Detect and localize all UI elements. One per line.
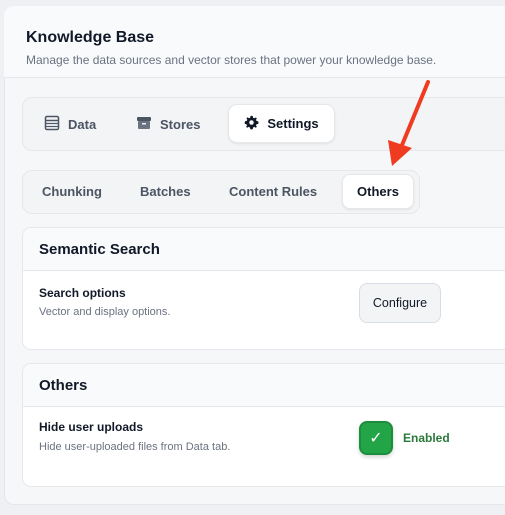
search-options-description: Vector and display options. <box>39 306 171 318</box>
subtab-chunking[interactable]: Chunking <box>42 181 102 201</box>
tab-stores-label: Stores <box>160 116 201 132</box>
annotation-arrow-icon <box>388 80 430 166</box>
semantic-search-title: Semantic Search <box>23 228 505 271</box>
tab-data[interactable]: Data <box>44 114 96 134</box>
hide-uploads-label: Hide user uploads <box>39 420 144 434</box>
checkmark-icon: ✓ <box>369 430 383 447</box>
subtab-batches[interactable]: Batches <box>140 181 191 201</box>
page-subtitle: Manage the data sources and vector store… <box>26 53 437 67</box>
box-icon <box>136 115 152 134</box>
toggle-status-text: Enabled <box>403 431 450 445</box>
search-options-label: Search options <box>39 286 126 300</box>
page-header: Knowledge Base Manage the data sources a… <box>4 6 505 78</box>
tab-stores[interactable]: Stores <box>136 114 200 134</box>
table-icon <box>44 115 60 134</box>
tab-settings[interactable]: Settings <box>228 104 335 143</box>
page-title: Knowledge Base <box>26 29 155 46</box>
others-title: Others <box>23 364 505 407</box>
subtab-content-rules[interactable]: Content Rules <box>229 181 317 201</box>
hide-uploads-toggle[interactable]: ✓ <box>359 421 393 455</box>
subtab-others[interactable]: Others <box>342 174 414 209</box>
tab-data-label: Data <box>68 116 97 132</box>
tab-settings-label: Settings <box>267 116 319 131</box>
configure-button[interactable]: Configure <box>359 283 441 323</box>
gear-icon <box>244 115 259 133</box>
hide-uploads-description: Hide user-uploaded files from Data tab. <box>39 441 231 453</box>
